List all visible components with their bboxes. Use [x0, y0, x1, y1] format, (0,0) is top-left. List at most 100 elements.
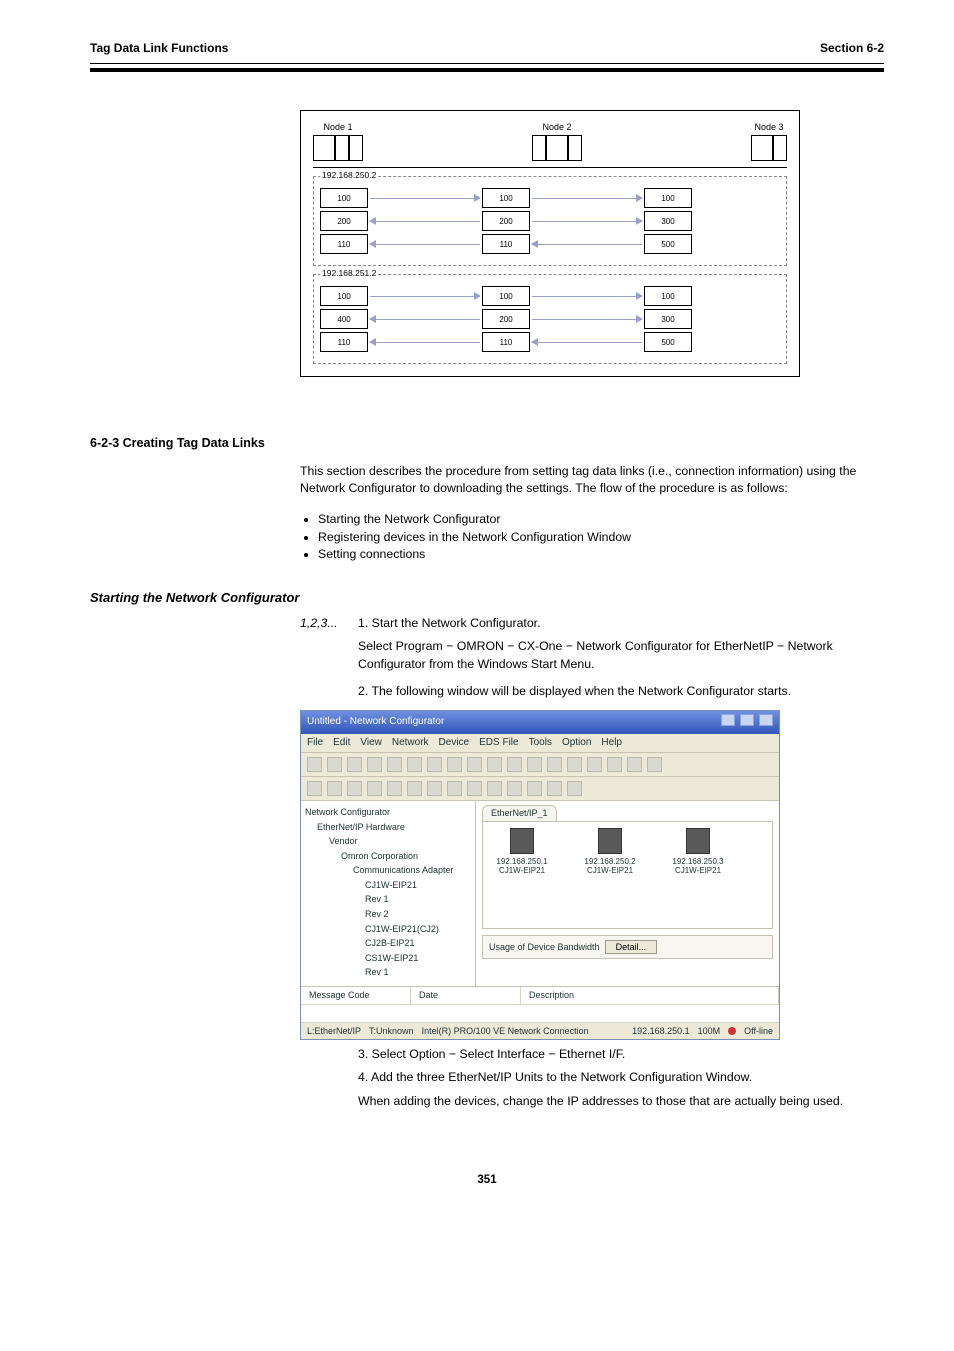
- toolbar-icon[interactable]: [447, 781, 462, 796]
- arrow-right-icon: [532, 296, 642, 297]
- maximize-icon[interactable]: [740, 714, 754, 726]
- tree-item[interactable]: Communications Adapter: [305, 863, 471, 878]
- toolbar-icon[interactable]: [607, 757, 622, 772]
- list-item: Registering devices in the Network Confi…: [318, 529, 884, 546]
- toolbar-icon[interactable]: [387, 781, 402, 796]
- node-3: Node 3: [751, 121, 787, 162]
- step-4: 4. Add the three EtherNet/IP Units to th…: [300, 1069, 884, 1086]
- detail-button[interactable]: Detail...: [605, 940, 658, 954]
- log-col-code: Message Code: [301, 987, 411, 1004]
- toolbar-icon[interactable]: [427, 781, 442, 796]
- node-2-label: Node 2: [542, 121, 571, 134]
- transfer-block-a: 192.168.250.2 100 100 100 200 200 300 11…: [313, 176, 787, 266]
- block-a-ip: 192.168.250.2: [320, 170, 378, 182]
- menu-network[interactable]: Network: [392, 736, 429, 750]
- cell: 200: [482, 211, 530, 231]
- hardware-tree[interactable]: Network Configurator EtherNet/IP Hardwar…: [301, 801, 476, 986]
- device-node[interactable]: 192.168.250.1 CJ1W-EIP21: [491, 828, 553, 922]
- toolbar-icon[interactable]: [427, 757, 442, 772]
- rule-thin: [90, 63, 884, 64]
- toolbar-icon[interactable]: [407, 781, 422, 796]
- menu-option[interactable]: Option: [562, 736, 591, 750]
- network-canvas[interactable]: 192.168.250.1 CJ1W-EIP21 192.168.250.2 C…: [482, 821, 773, 929]
- bandwidth-label: Usage of Device Bandwidth: [489, 942, 600, 952]
- toolbar-icon[interactable]: [627, 757, 642, 772]
- toolbar-icon[interactable]: [327, 781, 342, 796]
- tree-root[interactable]: Network Configurator: [305, 805, 471, 820]
- device-node[interactable]: 192.168.250.2 CJ1W-EIP21: [579, 828, 641, 922]
- step-text: 4. Add the three EtherNet/IP Units to th…: [358, 1069, 884, 1086]
- arrow-left-icon: [532, 342, 642, 343]
- toolbar-icon[interactable]: [647, 757, 662, 772]
- toolbar-icon[interactable]: [387, 757, 402, 772]
- bandwidth-panel: Usage of Device Bandwidth Detail...: [482, 935, 773, 959]
- toolbar-icon[interactable]: [487, 757, 502, 772]
- tree-item[interactable]: EtherNet/IP Hardware: [305, 820, 471, 835]
- toolbar-icon[interactable]: [447, 757, 462, 772]
- toolbar-icon[interactable]: [567, 757, 582, 772]
- cell: 110: [320, 332, 368, 352]
- tree-item[interactable]: Rev 2: [305, 907, 471, 922]
- toolbar-icon[interactable]: [467, 781, 482, 796]
- toolbar-icon[interactable]: [347, 757, 362, 772]
- menu-help[interactable]: Help: [601, 736, 622, 750]
- cell: 500: [644, 332, 692, 352]
- window-buttons[interactable]: [719, 714, 773, 731]
- network-tab[interactable]: EtherNet/IP_1: [482, 805, 557, 821]
- step-text: 2. The following window will be displaye…: [358, 683, 884, 700]
- tree-item[interactable]: Vendor: [305, 834, 471, 849]
- toolbar-icon[interactable]: [547, 757, 562, 772]
- cell: 100: [482, 188, 530, 208]
- device-model: CJ1W-EIP21: [579, 866, 641, 875]
- tree-item[interactable]: Rev 1: [305, 892, 471, 907]
- window-titlebar: Untitled - Network Configurator: [301, 711, 779, 734]
- cell: 200: [320, 211, 368, 231]
- device-icon: [598, 828, 622, 854]
- toolbar-icon[interactable]: [487, 781, 502, 796]
- menu-edsfile[interactable]: EDS File: [479, 736, 518, 750]
- close-icon[interactable]: [759, 714, 773, 726]
- menu-tools[interactable]: Tools: [529, 736, 552, 750]
- subheading-starting: Starting the Network Configurator: [90, 589, 884, 607]
- device-node[interactable]: 192.168.250.3 CJ1W-EIP21: [667, 828, 729, 922]
- arrow-right-icon: [370, 296, 480, 297]
- cell: 300: [644, 211, 692, 231]
- arrow-left-icon: [370, 319, 480, 320]
- cell: 110: [320, 234, 368, 254]
- tree-item[interactable]: CJ1W-EIP21(CJ2): [305, 922, 471, 937]
- tree-item[interactable]: Omron Corporation: [305, 849, 471, 864]
- toolbar-icon[interactable]: [507, 781, 522, 796]
- toolbar-icon[interactable]: [367, 781, 382, 796]
- minimize-icon[interactable]: [721, 714, 735, 726]
- toolbar-icon[interactable]: [507, 757, 522, 772]
- menu-view[interactable]: View: [360, 736, 382, 750]
- device-icon: [510, 828, 534, 854]
- toolbar-icon[interactable]: [567, 781, 582, 796]
- toolbar[interactable]: [301, 753, 779, 777]
- menu-edit[interactable]: Edit: [333, 736, 350, 750]
- toolbar-2[interactable]: [301, 777, 779, 801]
- menu-file[interactable]: File: [307, 736, 323, 750]
- toolbar-icon[interactable]: [307, 781, 322, 796]
- tree-item[interactable]: CS1W-EIP21: [305, 951, 471, 966]
- toolbar-icon[interactable]: [467, 757, 482, 772]
- cell: 100: [320, 286, 368, 306]
- toolbar-icon[interactable]: [547, 781, 562, 796]
- menubar[interactable]: File Edit View Network Device EDS File T…: [301, 734, 779, 753]
- block-b-ip: 192.168.251.2: [320, 268, 378, 280]
- tree-item[interactable]: Rev 1: [305, 965, 471, 980]
- toolbar-icon[interactable]: [527, 757, 542, 772]
- arrow-left-icon: [370, 342, 480, 343]
- tree-item[interactable]: CJ2B-EIP21: [305, 936, 471, 951]
- toolbar-icon[interactable]: [307, 757, 322, 772]
- toolbar-icon[interactable]: [367, 757, 382, 772]
- tree-item[interactable]: CJ1W-EIP21: [305, 878, 471, 893]
- toolbar-icon[interactable]: [587, 757, 602, 772]
- toolbar-icon[interactable]: [347, 781, 362, 796]
- toolbar-icon[interactable]: [327, 757, 342, 772]
- toolbar-icon[interactable]: [527, 781, 542, 796]
- menu-device[interactable]: Device: [439, 736, 470, 750]
- toolbar-icon[interactable]: [407, 757, 422, 772]
- arrow-right-icon: [370, 198, 480, 199]
- transfer-block-b: 192.168.251.2 100 100 100 400 200 300 11…: [313, 274, 787, 364]
